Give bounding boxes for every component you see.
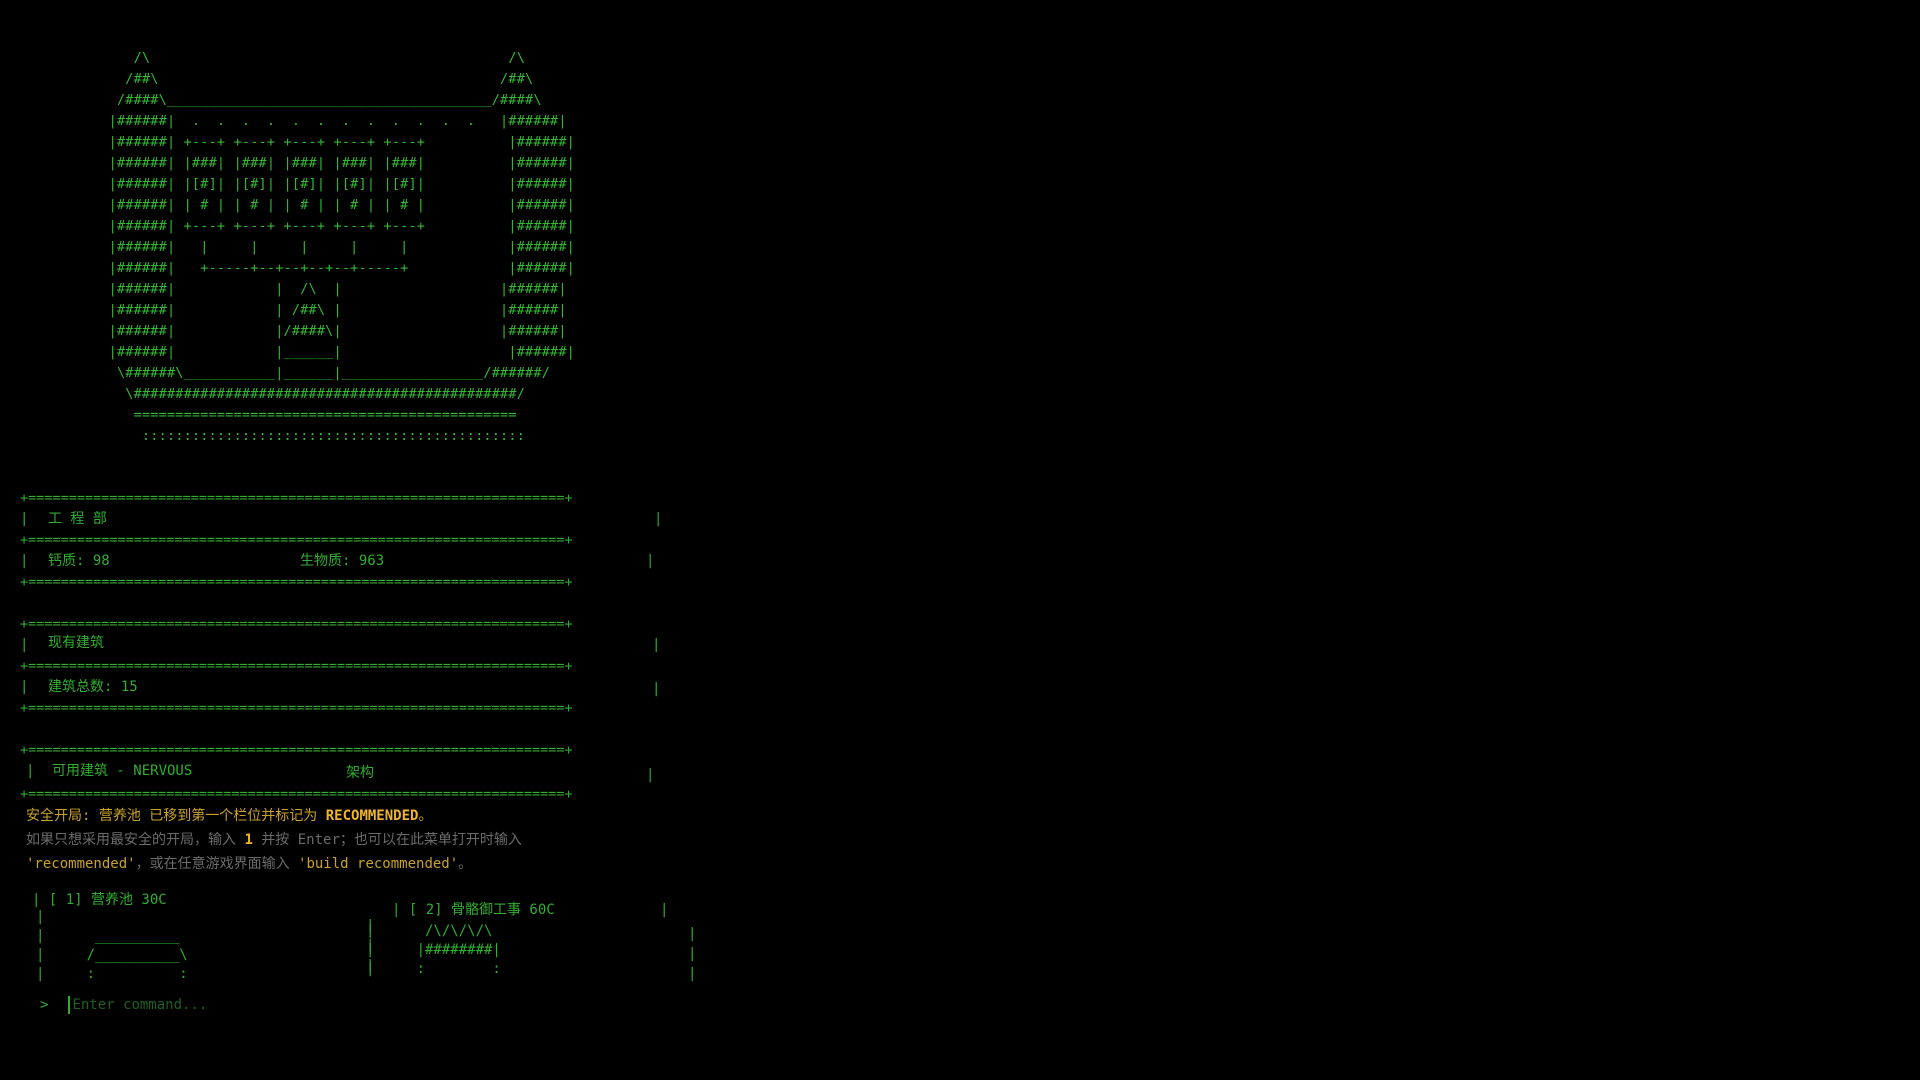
available-panel-right-bar: | (646, 767, 655, 783)
resources-right-bar: | (646, 553, 655, 569)
instructions-pre: 如果只想采用最安全的开局，输入 (26, 832, 245, 848)
available-panel-bottom-border: +=======================================… (20, 786, 573, 802)
building-count-right-bar: | (652, 681, 661, 697)
card-right-bar: | (688, 966, 697, 982)
recommended-tag: RECOMMENDED (325, 808, 419, 824)
safe-start-commands: 'recommended'，或在任意游戏界面输入 'build recommen… (26, 854, 472, 875)
resources-left-bar: | (20, 553, 29, 569)
recommended-command: 'recommended' (26, 856, 136, 872)
available-panel-top-border: +=======================================… (20, 742, 573, 758)
building-total-label: 建筑总数: 15 (48, 679, 138, 695)
engineering-panel-top-border: +=======================================… (20, 490, 573, 506)
engineering-panel-title: 工 程 部 (48, 511, 107, 527)
command-prompt: > (40, 996, 473, 1014)
building-count-left-bar: | (20, 679, 29, 695)
card-right-bar: | (688, 926, 697, 942)
bone-fortification-art: | /\/\/\/\ | |########| | : : (366, 923, 501, 977)
engineering-panel-bottom-border: +=======================================… (20, 574, 573, 590)
card-right-bar: | (688, 946, 697, 962)
existing-panel-top-border: +=======================================… (20, 616, 573, 632)
engineering-panel-right-bar: | (654, 511, 663, 527)
commands-end: 。 (458, 856, 473, 872)
available-panel-left-bar: | (26, 763, 35, 779)
safe-start-label: 安全开局: (26, 808, 91, 824)
prompt-symbol: > (40, 997, 49, 1013)
existing-panel-right-bar: | (652, 637, 661, 653)
available-panel-title: 可用建筑 - NERVOUS (52, 763, 193, 779)
safe-start-period: 。 (418, 808, 433, 824)
card-right-bar: | (660, 902, 669, 918)
nutrient-pool-art: | | __________ | /__________\ | : : (36, 909, 188, 982)
calcium-label: 钙质: 98 (48, 553, 110, 569)
existing-panel-bottom-border: +=======================================… (20, 700, 573, 716)
command-input[interactable] (72, 997, 473, 1013)
engineering-panel-left-bar: | (20, 511, 29, 527)
build-recommended-command: 'build recommended' (298, 856, 459, 872)
existing-panel-title: 现有建筑 (48, 635, 104, 651)
safe-start-notice: 安全开局: 营养池 已移到第一个栏位并标记为 RECOMMENDED。 (26, 806, 432, 827)
safe-start-text: 营养池 已移到第一个栏位并标记为 (90, 808, 326, 824)
instructions-post: 并按 Enter；也可以在此菜单打开时输入 (252, 832, 522, 848)
text-cursor (68, 996, 71, 1014)
engineering-panel-divider: +=======================================… (20, 532, 573, 548)
biomass-label: 生物质: 963 (300, 553, 385, 569)
existing-panel-divider: +=======================================… (20, 658, 573, 674)
existing-panel-left-bar: | (20, 637, 29, 653)
available-panel-subtitle: 架构 (346, 765, 374, 781)
castle-ascii-art: /\ /\ /##\ /##\ /####\__________________… (108, 50, 576, 444)
card-header: | [ 2] 骨骼御工事 60C (392, 902, 555, 918)
safe-start-instructions: 如果只想采用最安全的开局，输入 1 并按 Enter；也可以在此菜单打开时输入 (26, 830, 522, 851)
instructions-key: 1 (244, 832, 253, 848)
commands-mid: ，或在任意游戏界面输入 (135, 856, 299, 872)
